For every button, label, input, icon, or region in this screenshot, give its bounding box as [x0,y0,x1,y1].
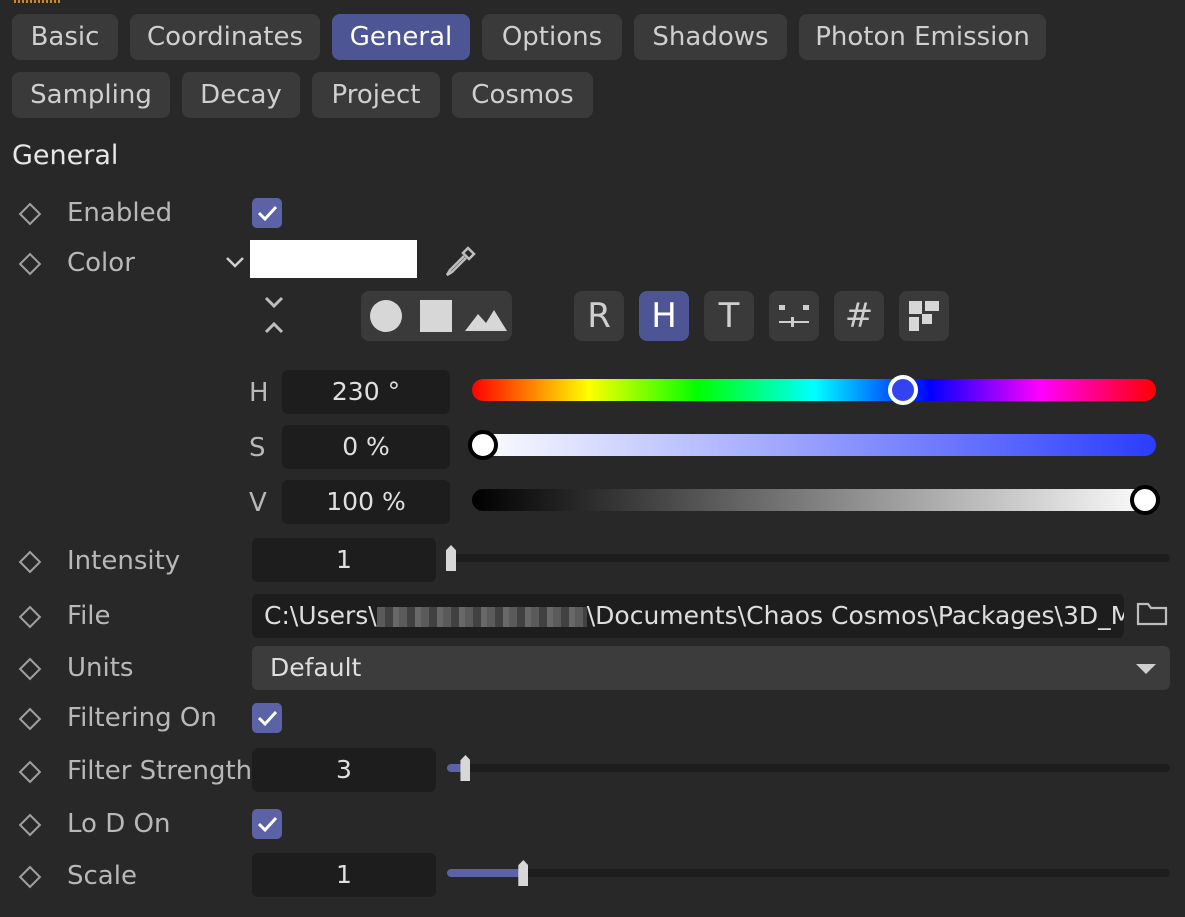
tab-photon-emission[interactable]: Photon Emission [799,14,1046,60]
saturation-label: S [249,433,266,463]
filtering-on-label: Filtering On [67,703,217,733]
tab-options[interactable]: Options [482,14,622,60]
units-label: Units [67,653,134,683]
eyedropper-icon[interactable] [442,244,478,278]
tab-coordinates[interactable]: Coordinates [130,14,320,60]
enabled-checkbox[interactable] [252,198,282,228]
units-value: Default [270,653,362,682]
filter-strength-field[interactable]: 3 [252,748,436,792]
tab-shadows[interactable]: Shadows [634,14,787,60]
picker-shape-group [361,291,512,341]
checkmark-icon [257,816,278,833]
circle-icon[interactable] [369,299,403,333]
filtering-on-checkbox[interactable] [252,703,282,733]
intensity-slider-knob[interactable] [446,545,456,571]
image-icon[interactable] [465,305,507,331]
file-label: File [67,601,111,631]
lod-on-checkbox[interactable] [252,809,282,839]
value-field[interactable]: 100 % [282,480,450,524]
chevron-down-icon[interactable] [224,254,246,270]
checkmark-icon [257,710,278,727]
intensity-slider[interactable] [447,554,1170,562]
hue-field[interactable]: 230 ° [282,370,450,414]
expand-collapse-icon[interactable] [262,294,286,338]
tab-decay[interactable]: Decay [182,72,300,118]
mode-rgb-button[interactable]: R [574,291,624,341]
swatches-icon [909,301,939,331]
hue-slider-knob[interactable] [887,375,918,405]
diamond-keyframe-icon[interactable] [18,760,42,784]
scale-field[interactable]: 1 [252,853,436,897]
color-label: Color [67,248,135,278]
tab-project[interactable]: Project [312,72,440,118]
saturation-slider[interactable] [472,434,1156,456]
filter-strength-slider-knob[interactable] [460,755,471,781]
square-icon[interactable] [420,300,452,332]
intensity-field[interactable]: 1 [252,538,436,582]
mode-hex-button[interactable]: # [834,291,884,341]
mode-hsv-button[interactable]: H [639,291,689,341]
color-swatch[interactable] [250,240,417,278]
saturation-slider-knob[interactable] [468,430,498,460]
value-slider[interactable] [472,489,1156,511]
diamond-keyframe-icon[interactable] [18,707,42,731]
tab-general[interactable]: General [332,14,470,60]
diamond-keyframe-icon[interactable] [18,550,42,574]
scale-label: Scale [67,861,137,891]
diamond-keyframe-icon[interactable] [18,605,42,629]
saturation-field[interactable]: 0 % [282,425,450,469]
diamond-keyframe-icon[interactable] [18,202,42,226]
diamond-keyframe-icon[interactable] [18,657,42,681]
file-path-field[interactable]: C:\Users\ \Documents\Chaos Cosmos\Package… [252,594,1124,638]
checkmark-icon [257,205,278,222]
scale-slider-knob[interactable] [518,860,529,886]
drag-handle [14,0,60,3]
redacted-username [376,607,587,627]
mixer-icon [779,305,809,327]
file-path-suffix: \Documents\Chaos Cosmos\Packages\3D_M [586,601,1124,630]
scale-slider[interactable] [447,869,1170,877]
file-path-prefix: C:\Users\ [264,601,377,630]
tab-cosmos[interactable]: Cosmos [452,72,593,118]
intensity-label: Intensity [67,546,181,576]
value-slider-knob[interactable] [1130,485,1160,515]
diamond-keyframe-icon[interactable] [18,813,42,837]
mode-mixer-button[interactable] [769,291,819,341]
section-title: General [12,140,119,171]
diamond-keyframe-icon[interactable] [18,865,42,889]
mode-swatches-button[interactable] [899,291,949,341]
value-label: V [249,488,267,518]
hue-slider[interactable] [472,379,1156,401]
tab-basic[interactable]: Basic [12,14,118,60]
filter-strength-label: Filter Strength [67,756,253,786]
filter-strength-slider[interactable] [447,764,1170,772]
dropdown-arrow-icon [1136,664,1156,674]
tab-sampling[interactable]: Sampling [12,72,170,118]
lod-on-label: Lo D On [67,809,171,839]
units-dropdown[interactable]: Default [252,646,1170,690]
mode-temperature-button[interactable]: T [704,291,754,341]
scale-slider-fill [447,869,524,877]
enabled-label: Enabled [67,198,173,228]
hue-label: H [249,378,269,408]
diamond-keyframe-icon[interactable] [18,252,42,276]
folder-icon[interactable] [1136,600,1168,626]
